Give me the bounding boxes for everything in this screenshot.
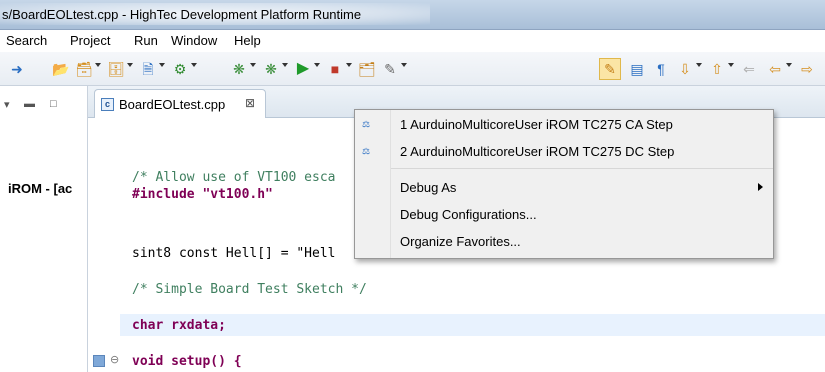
maximize-icon[interactable]: □ bbox=[50, 98, 57, 110]
c-file-icon: c bbox=[101, 98, 114, 111]
submenu-arrow-icon bbox=[758, 183, 763, 191]
new-project-dropdown-icon[interactable] bbox=[95, 63, 101, 67]
search-tool-icon[interactable]: ✎ bbox=[381, 60, 399, 78]
debug-config-icon: ⚖ bbox=[362, 119, 371, 129]
next-annotation-dropdown-icon[interactable] bbox=[696, 63, 702, 67]
debug-bug-dropdown-icon[interactable] bbox=[250, 63, 256, 67]
menu-icon-gutter bbox=[355, 110, 391, 258]
window-title: s/BoardEOLtest.cpp - HighTec Development… bbox=[2, 7, 362, 22]
menu-project[interactable]: Project bbox=[70, 33, 110, 48]
mark-occurrences-icon[interactable]: ✎ bbox=[601, 60, 619, 78]
forward-icon[interactable]: ⇨ bbox=[798, 60, 816, 78]
pin-icon[interactable]: ➜ bbox=[8, 60, 26, 78]
next-annotation-icon[interactable]: ⇩ bbox=[676, 60, 694, 78]
open-type-icon[interactable]: 🗂 bbox=[358, 60, 376, 78]
code-line-6: void setup() { bbox=[132, 354, 242, 369]
menu-separator bbox=[391, 168, 773, 169]
block-selection-icon[interactable]: ▤ bbox=[628, 60, 646, 78]
run-dropdown-icon[interactable] bbox=[314, 63, 320, 67]
code-line-5: char rxdata; bbox=[132, 318, 226, 333]
back-dropdown-icon[interactable] bbox=[786, 63, 792, 67]
favorite-item-1[interactable]: 1 AurduinoMulticoreUser iROM TC275 CA St… bbox=[400, 117, 673, 132]
minimize-icon[interactable]: ▬ bbox=[24, 98, 35, 110]
debug-config-icon: ⚖ bbox=[362, 146, 371, 156]
last-edit-location-icon[interactable]: ⇐ bbox=[740, 60, 758, 78]
new-project-icon[interactable]: 🗃 bbox=[75, 60, 93, 78]
outline-item[interactable]: iROM - [ac bbox=[8, 181, 72, 196]
code-line-3: sint8 const Hell[] = "Hell bbox=[132, 246, 336, 261]
debug-as-item[interactable]: Debug As bbox=[400, 180, 456, 195]
main-toolbar: ➜ 📂 🗃 🗄 🗎 ⚙ ❋ ❋ ▶ ■ 🗂 ✎ ✎ ▤ ¶ ⇩ ⇧ ⇐ ⇦ ⇨ bbox=[0, 52, 825, 86]
code-line-1: /* Allow use of VT100 esca bbox=[132, 170, 336, 185]
debug-dropdown-menu: ⚖ 1 AurduinoMulticoreUser iROM TC275 CA … bbox=[354, 109, 774, 259]
title-bar: s/BoardEOLtest.cpp - HighTec Development… bbox=[0, 0, 825, 30]
debug-bug-icon[interactable]: ❋ bbox=[230, 60, 248, 78]
run-icon[interactable]: ▶ bbox=[294, 60, 312, 78]
outline-panel: ▾ ▬ □ iROM - [ac bbox=[0, 86, 88, 372]
search-tool-dropdown-icon[interactable] bbox=[401, 63, 407, 67]
open-folder-icon[interactable]: 📂 bbox=[52, 60, 70, 78]
code-line-4: /* Simple Board Test Sketch */ bbox=[132, 282, 367, 297]
show-whitespace-icon[interactable]: ¶ bbox=[652, 60, 670, 78]
external-tools-dropdown-icon[interactable] bbox=[346, 63, 352, 67]
editor-tab[interactable]: c BoardEOLtest.cpp ⊠ bbox=[94, 89, 266, 118]
external-tools-icon[interactable]: ■ bbox=[326, 60, 344, 78]
debug-dropdown-icon[interactable] bbox=[282, 63, 288, 67]
new-class-dropdown-icon[interactable] bbox=[159, 63, 165, 67]
new-package-icon[interactable]: 🗄 bbox=[107, 60, 125, 78]
menu-window[interactable]: Window bbox=[171, 33, 217, 48]
code-line-2: #include "vt100.h" bbox=[132, 187, 273, 202]
new-file-dropdown-icon[interactable] bbox=[191, 63, 197, 67]
new-package-dropdown-icon[interactable] bbox=[127, 63, 133, 67]
editor-tab-label: BoardEOLtest.cpp bbox=[119, 97, 226, 112]
menu-search[interactable]: Search bbox=[6, 33, 47, 48]
favorite-item-2[interactable]: 2 AurduinoMulticoreUser iROM TC275 DC St… bbox=[400, 144, 674, 159]
close-tab-icon[interactable]: ⊠ bbox=[245, 96, 255, 110]
menu-run[interactable]: Run bbox=[134, 33, 158, 48]
debug-configurations-item[interactable]: Debug Configurations... bbox=[400, 207, 537, 222]
debug-icon[interactable]: ❋ bbox=[262, 60, 280, 78]
previous-annotation-icon[interactable]: ⇧ bbox=[708, 60, 726, 78]
menu-bar: Search Project Run Window Help bbox=[0, 30, 825, 52]
new-file-icon[interactable]: ⚙ bbox=[171, 60, 189, 78]
new-class-icon[interactable]: 🗎 bbox=[139, 60, 157, 78]
organize-favorites-item[interactable]: Organize Favorites... bbox=[400, 234, 521, 249]
previous-annotation-dropdown-icon[interactable] bbox=[728, 63, 734, 67]
fold-collapse-icon[interactable]: ⊖ bbox=[110, 353, 119, 366]
menu-help[interactable]: Help bbox=[234, 33, 261, 48]
bookmark-marker-icon bbox=[93, 355, 105, 367]
view-menu-icon[interactable]: ▾ bbox=[4, 98, 10, 111]
back-icon[interactable]: ⇦ bbox=[766, 60, 784, 78]
